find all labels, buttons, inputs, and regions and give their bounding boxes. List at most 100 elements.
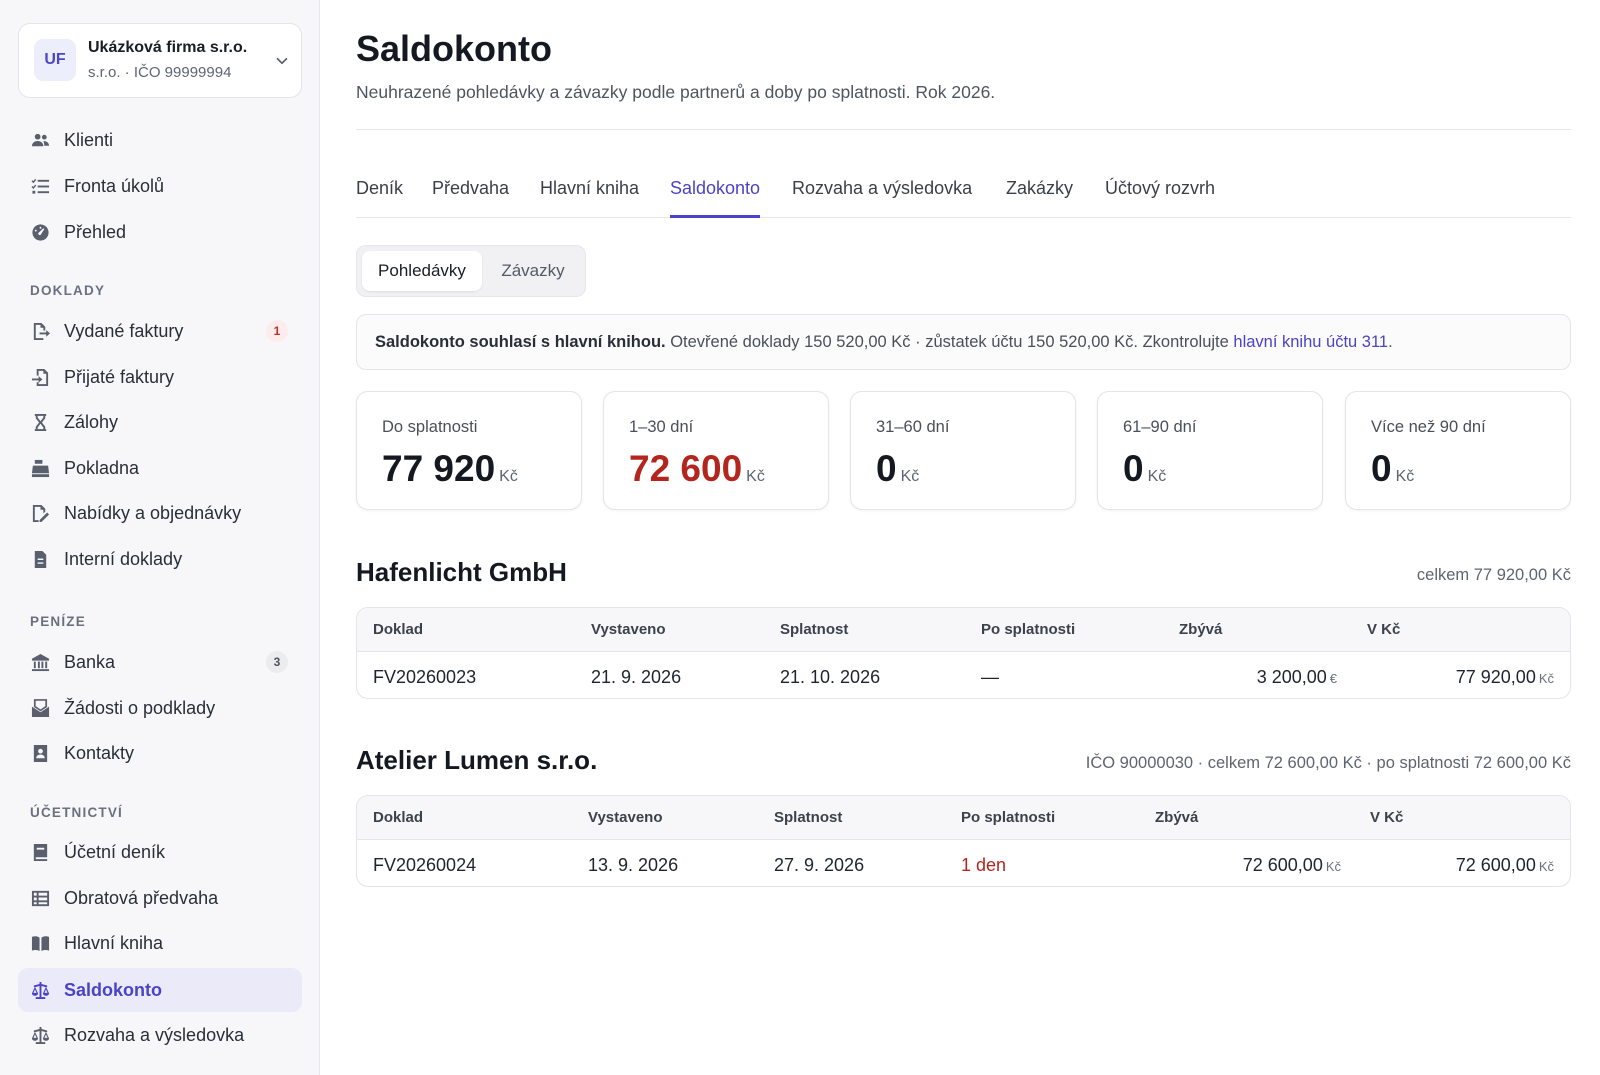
sidebar-item-banka[interactable]: Banka 3 bbox=[18, 640, 302, 684]
column-header: Zbývá bbox=[1155, 809, 1199, 826]
tab-saldokonto[interactable]: Saldokonto bbox=[670, 178, 761, 218]
due-date: 21. 10. 2026 bbox=[780, 667, 881, 687]
partner-table: Doklad Vystaveno Splatnost Po splatnosti… bbox=[356, 795, 1571, 887]
company-avatar: UF bbox=[34, 39, 76, 81]
hourglass-icon bbox=[30, 412, 50, 432]
section-label-ucetnictvi: ÚČETNICTVÍ bbox=[30, 805, 123, 820]
sidebar-item-klienti[interactable]: Klienti bbox=[18, 118, 302, 162]
aging-card-90-plus: Více než 90 dní 0 Kč bbox=[1345, 391, 1571, 510]
dashboard-icon bbox=[30, 222, 50, 242]
scale-icon bbox=[30, 980, 50, 1000]
sidebar-item-more[interactable] bbox=[18, 1062, 302, 1075]
aging-card-31-60: 31–60 dní 0 Kč bbox=[850, 391, 1076, 510]
aging-card-label: 1–30 dní bbox=[629, 418, 694, 436]
sidebar-item-prehled[interactable]: Přehled bbox=[18, 210, 302, 254]
partner-name: Hafenlicht GmbH bbox=[356, 557, 567, 587]
mail-request-icon bbox=[30, 698, 50, 718]
sidebar-item-label: Klienti bbox=[64, 129, 114, 150]
book-icon bbox=[30, 933, 50, 953]
column-header: Doklad bbox=[373, 809, 424, 826]
segment-pohledavky[interactable]: Pohledávky bbox=[362, 251, 482, 291]
tab-predvaha[interactable]: Předvaha bbox=[432, 178, 509, 218]
sidebar-item-label: Banka bbox=[64, 651, 116, 672]
ledger-link[interactable]: hlavní knihu účtu 311 bbox=[1233, 333, 1388, 352]
partner-table: Doklad Vystaveno Splatnost Po splatnosti… bbox=[356, 607, 1571, 699]
column-header: Po splatnosti bbox=[961, 809, 1056, 826]
sidebar-item-label: Kontakty bbox=[64, 742, 135, 763]
partner-summary: celkem 77 920,00 Kč bbox=[1416, 566, 1571, 584]
tab-denik[interactable]: Deník bbox=[356, 178, 403, 218]
remaining-amount: 3 200,00 € bbox=[1256, 667, 1337, 687]
sidebar-item-rozvaha[interactable]: Rozvaha a výsledovka bbox=[18, 1013, 302, 1057]
sidebar-item-label: Hlavní kniha bbox=[64, 932, 164, 953]
segment-zavazky[interactable]: Závazky bbox=[485, 251, 581, 291]
company-id: s.r.o. · IČO 99999994 bbox=[88, 64, 232, 81]
sidebar-item-zalohy[interactable]: Zálohy bbox=[18, 400, 302, 444]
sidebar-item-label: Interní doklady bbox=[64, 548, 183, 569]
aging-card-value: 0 Kč bbox=[1123, 448, 1167, 489]
currency-label: Kč bbox=[1147, 468, 1167, 485]
column-header: Po splatnosti bbox=[981, 621, 1076, 638]
tab-hlavni-kniha[interactable]: Hlavní kniha bbox=[540, 178, 639, 218]
document-icon bbox=[30, 549, 50, 569]
column-header: Splatnost bbox=[774, 809, 843, 826]
notice-headline: Saldokonto souhlasí s hlavní knihou. bbox=[375, 332, 666, 351]
issued-date: 13. 9. 2026 bbox=[588, 855, 679, 875]
aging-card-value: 0 Kč bbox=[876, 448, 920, 489]
aging-card-value: 77 920 Kč bbox=[382, 448, 518, 489]
sidebar-item-label: Pokladna bbox=[64, 457, 140, 478]
sidebar-item-saldokonto[interactable]: Saldokonto bbox=[18, 968, 302, 1012]
invoice-out-icon bbox=[30, 321, 50, 341]
sidebar-item-label: Obratová předvaha bbox=[64, 887, 219, 908]
sidebar-item-obratova-predvaha[interactable]: Obratová předvaha bbox=[18, 876, 302, 920]
sidebar: UF Ukázková firma s.r.o. s.r.o. · IČO 99… bbox=[0, 0, 320, 1075]
sidebar-item-hlavni-kniha[interactable]: Hlavní kniha bbox=[18, 921, 302, 965]
overdue-days: — bbox=[981, 667, 999, 687]
tab-zakazky[interactable]: Zakázky bbox=[1006, 178, 1073, 218]
sidebar-item-label: Fronta úkolů bbox=[64, 175, 165, 196]
doc-number[interactable]: FV20260023 bbox=[373, 667, 476, 688]
chevron-down-icon bbox=[276, 57, 288, 65]
tab-uctovy-rozvrh[interactable]: Účtový rozvrh bbox=[1105, 178, 1215, 218]
doc-number[interactable]: FV20260024 bbox=[373, 855, 476, 876]
sidebar-item-label: Přehled bbox=[64, 221, 127, 242]
sidebar-item-label: Zálohy bbox=[64, 411, 119, 432]
column-header: V Kč bbox=[1370, 809, 1404, 826]
sidebar-item-label: Žádosti o podklady bbox=[64, 697, 216, 718]
table-icon bbox=[30, 888, 50, 908]
company-switcher[interactable]: UF Ukázková firma s.r.o. s.r.o. · IČO 99… bbox=[18, 23, 302, 98]
currency-label: Kč bbox=[1395, 468, 1415, 485]
aging-card-label: 31–60 dní bbox=[876, 418, 950, 436]
aging-card-label: 61–90 dní bbox=[1123, 418, 1197, 436]
overdue-days: 1 den bbox=[961, 855, 1007, 875]
sidebar-item-fronta-ukolu[interactable]: Fronta úkolů bbox=[18, 164, 302, 208]
sidebar-item-vydane-faktury[interactable]: Vydané faktury 1 bbox=[18, 309, 302, 353]
sidebar-item-pokladna[interactable]: Pokladna bbox=[18, 446, 302, 490]
sidebar-item-zadosti[interactable]: Žádosti o podklady bbox=[18, 686, 302, 730]
partner-summary: IČO 90000030 · celkem 72 600,00 Kč · po … bbox=[1085, 754, 1571, 772]
sidebar-item-label: Saldokonto bbox=[64, 979, 162, 1000]
company-name: Ukázková firma s.r.o. bbox=[88, 39, 248, 56]
tab-bar: Deník Předvaha Hlavní kniha Saldokonto R… bbox=[356, 172, 1571, 218]
cash-register-icon bbox=[30, 458, 50, 478]
journal-icon bbox=[30, 842, 50, 862]
tab-rozvaha[interactable]: Rozvaha a výsledovka bbox=[792, 178, 972, 218]
column-header: Splatnost bbox=[780, 621, 849, 638]
bank-icon bbox=[30, 652, 50, 672]
issued-date: 21. 9. 2026 bbox=[591, 667, 682, 687]
aging-card-current: Do splatnosti 77 920 Kč bbox=[356, 391, 582, 510]
column-header: Vystaveno bbox=[588, 809, 663, 826]
receivables-payables-toggle: Pohledávky Závazky bbox=[356, 245, 586, 297]
sidebar-item-kontakty[interactable]: Kontakty bbox=[18, 731, 302, 775]
page-title: Saldokonto bbox=[356, 28, 552, 69]
aging-card-value: 0 Kč bbox=[1371, 448, 1415, 489]
sidebar-item-prijate-faktury[interactable]: Přijaté faktury bbox=[18, 355, 302, 399]
sidebar-item-ucetni-denik[interactable]: Účetní deník bbox=[18, 830, 302, 874]
balance-icon bbox=[30, 1025, 50, 1045]
sidebar-item-nabidky[interactable]: Nabídky a objednávky bbox=[18, 491, 302, 535]
table-header: Doklad Vystaveno Splatnost Po splatnosti… bbox=[357, 796, 1570, 840]
currency-label: Kč bbox=[900, 468, 920, 485]
offer-icon bbox=[30, 503, 50, 523]
remaining-amount: 72 600,00 Kč bbox=[1242, 855, 1341, 875]
sidebar-item-interni-doklady[interactable]: Interní doklady bbox=[18, 537, 302, 581]
